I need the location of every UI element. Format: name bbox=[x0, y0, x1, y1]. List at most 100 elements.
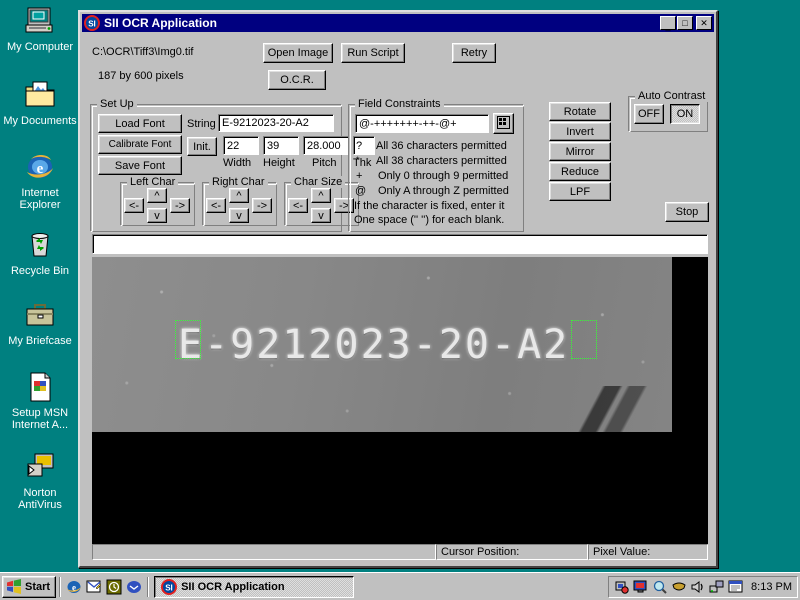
run-script-button[interactable]: Run Script bbox=[341, 43, 405, 63]
auto-contrast-off-button[interactable]: OFF bbox=[634, 104, 664, 124]
window-statusbar: Cursor Position: Pixel Value: bbox=[92, 544, 708, 560]
outlook-express-small-icon[interactable] bbox=[86, 579, 102, 595]
msn-setup-icon bbox=[23, 370, 57, 404]
mirror-button[interactable]: Mirror bbox=[549, 142, 611, 161]
calibrate-font-label: Calibrate Font bbox=[108, 139, 172, 150]
field-constraints-group: Field Constraints @-+++++++-++-@+ ? All … bbox=[348, 98, 524, 232]
calibrate-font-button[interactable]: Calibrate Font bbox=[98, 135, 182, 154]
string-input[interactable]: E-9212023-20-A2 bbox=[218, 114, 334, 132]
rotate-button[interactable]: Rotate bbox=[549, 102, 611, 121]
ocr-result-input[interactable] bbox=[92, 234, 708, 254]
minimize-icon: _ bbox=[665, 20, 671, 31]
auto-contrast-on-label: ON bbox=[676, 108, 694, 120]
arrow-up-icon: ^ bbox=[318, 189, 324, 202]
right-char-left-button[interactable]: <- bbox=[206, 198, 226, 213]
task-scheduler-icon[interactable] bbox=[728, 579, 744, 595]
stop-button[interactable]: Stop bbox=[665, 202, 709, 222]
arrow-up-icon: ^ bbox=[236, 189, 242, 202]
desktop-icon-recycle-bin[interactable]: Recycle Bin bbox=[2, 228, 78, 277]
desktop-icon-label: Norton AntiVirus bbox=[18, 487, 62, 511]
constraint-note-line1: If the character is fixed, enter it bbox=[354, 200, 505, 212]
network-icon[interactable] bbox=[709, 579, 725, 595]
right-char-up-button[interactable]: ^ bbox=[229, 188, 249, 203]
pitch-label: Pitch bbox=[312, 157, 337, 169]
display-properties-icon[interactable] bbox=[633, 579, 649, 595]
retry-label: Retry bbox=[460, 47, 488, 59]
save-font-button[interactable]: Save Font bbox=[98, 156, 182, 175]
find-fast-icon[interactable] bbox=[652, 579, 668, 595]
right-char-right-button[interactable]: -> bbox=[252, 198, 272, 213]
desktop-icon-internet-explorer[interactable]: e Internet Explorer bbox=[2, 150, 78, 211]
invert-button[interactable]: Invert bbox=[549, 122, 611, 141]
rule-symbol-2: + bbox=[356, 170, 363, 182]
char-size-left-button[interactable]: <- bbox=[288, 198, 308, 213]
auto-contrast-title: Auto Contrast bbox=[635, 90, 709, 102]
desktop-icon-norton-antivirus[interactable]: Norton AntiVirus bbox=[2, 450, 78, 511]
pixel-value-status: Pixel Value: bbox=[588, 544, 708, 560]
retry-button[interactable]: Retry bbox=[452, 43, 496, 63]
char-size-group-title: Char Size bbox=[291, 176, 346, 188]
char-size-up-button[interactable]: ^ bbox=[311, 188, 331, 203]
init-button[interactable]: Init. bbox=[187, 137, 217, 156]
setup-group: Set Up Load Font Calibrate Font Save Fon… bbox=[90, 98, 375, 232]
arrow-left-icon: <- bbox=[292, 199, 304, 212]
tray-clock[interactable]: 8:13 PM bbox=[751, 581, 792, 593]
auto-contrast-on-button[interactable]: ON bbox=[670, 104, 700, 124]
desktop-icon-my-briefcase[interactable]: My Briefcase bbox=[2, 298, 78, 347]
reduce-button[interactable]: Reduce bbox=[549, 162, 611, 181]
left-char-left-button[interactable]: <- bbox=[124, 198, 144, 213]
lpf-button[interactable]: LPF bbox=[549, 182, 611, 201]
selection-box-right-char[interactable] bbox=[571, 320, 597, 359]
maximize-button[interactable]: □ bbox=[677, 16, 693, 30]
minimize-button[interactable]: _ bbox=[660, 16, 676, 30]
show-desktop-icon[interactable] bbox=[106, 579, 122, 595]
constraint-pattern-input[interactable]: @-+++++++-++-@+ bbox=[355, 114, 489, 133]
left-char-up-button[interactable]: ^ bbox=[147, 188, 167, 203]
width-value: 22 bbox=[227, 139, 240, 152]
desktop-icon-msn-setup[interactable]: Setup MSN Internet A... bbox=[2, 370, 78, 431]
svg-text:e: e bbox=[37, 161, 44, 177]
quick-launch-bar: e bbox=[64, 579, 144, 595]
image-viewport[interactable]: E-9212023-20-A2 bbox=[92, 257, 708, 550]
desktop-icon-my-documents[interactable]: My Documents bbox=[2, 78, 78, 127]
arrow-down-icon: v bbox=[236, 209, 242, 222]
desktop-icon-my-computer[interactable]: My Computer bbox=[2, 4, 78, 53]
rule-text-3: Only A through Z permitted bbox=[378, 185, 509, 197]
desktop-icon-label: My Briefcase bbox=[8, 335, 72, 347]
left-char-right-button[interactable]: -> bbox=[170, 198, 190, 213]
ocr-button[interactable]: O.C.R. bbox=[268, 70, 326, 90]
left-char-down-button[interactable]: v bbox=[147, 208, 167, 223]
constraint-keypad-button[interactable] bbox=[493, 113, 514, 134]
msn-small-icon[interactable] bbox=[126, 579, 142, 595]
svg-text:SI: SI bbox=[165, 583, 173, 592]
internet-explorer-small-icon[interactable]: e bbox=[66, 579, 82, 595]
load-font-button[interactable]: Load Font bbox=[98, 114, 182, 133]
right-char-group: Right Char ^ <- -> v bbox=[202, 176, 277, 226]
taskbar-item-sii-ocr[interactable]: SI SII OCR Application bbox=[154, 575, 355, 598]
lpf-label: LPF bbox=[569, 185, 591, 198]
desktop-icon-label: Setup MSN Internet A... bbox=[11, 407, 69, 431]
my-documents-icon bbox=[23, 78, 57, 112]
char-size-down-button[interactable]: v bbox=[311, 208, 331, 223]
start-button[interactable]: Start bbox=[2, 575, 57, 598]
window-titlebar[interactable]: SI SII OCR Application _ □ ✕ bbox=[82, 14, 714, 32]
width-label: Width bbox=[223, 157, 252, 169]
auto-contrast-off-label: OFF bbox=[638, 108, 660, 120]
right-char-down-button[interactable]: v bbox=[229, 208, 249, 223]
width-input[interactable]: 22 bbox=[223, 136, 259, 155]
height-input[interactable]: 39 bbox=[263, 136, 299, 155]
mirror-label: Mirror bbox=[565, 145, 595, 158]
selection-box-left-char[interactable] bbox=[175, 320, 201, 359]
svg-text:SI: SI bbox=[88, 20, 96, 29]
file-path-label: C:\OCR\Tiff3\Img0.tif bbox=[92, 46, 194, 58]
pitch-input[interactable]: 28.000 bbox=[303, 136, 349, 155]
power-meter-icon[interactable] bbox=[614, 579, 630, 595]
windows-flag-icon bbox=[6, 579, 22, 594]
close-button[interactable]: ✕ bbox=[696, 16, 712, 30]
open-image-button[interactable]: Open Image bbox=[263, 43, 333, 63]
norton-small-icon[interactable] bbox=[671, 579, 687, 595]
volume-icon[interactable] bbox=[690, 579, 706, 595]
string-label: String bbox=[187, 118, 216, 130]
system-tray: 8:13 PM bbox=[608, 575, 798, 598]
reduce-label: Reduce bbox=[561, 165, 599, 178]
